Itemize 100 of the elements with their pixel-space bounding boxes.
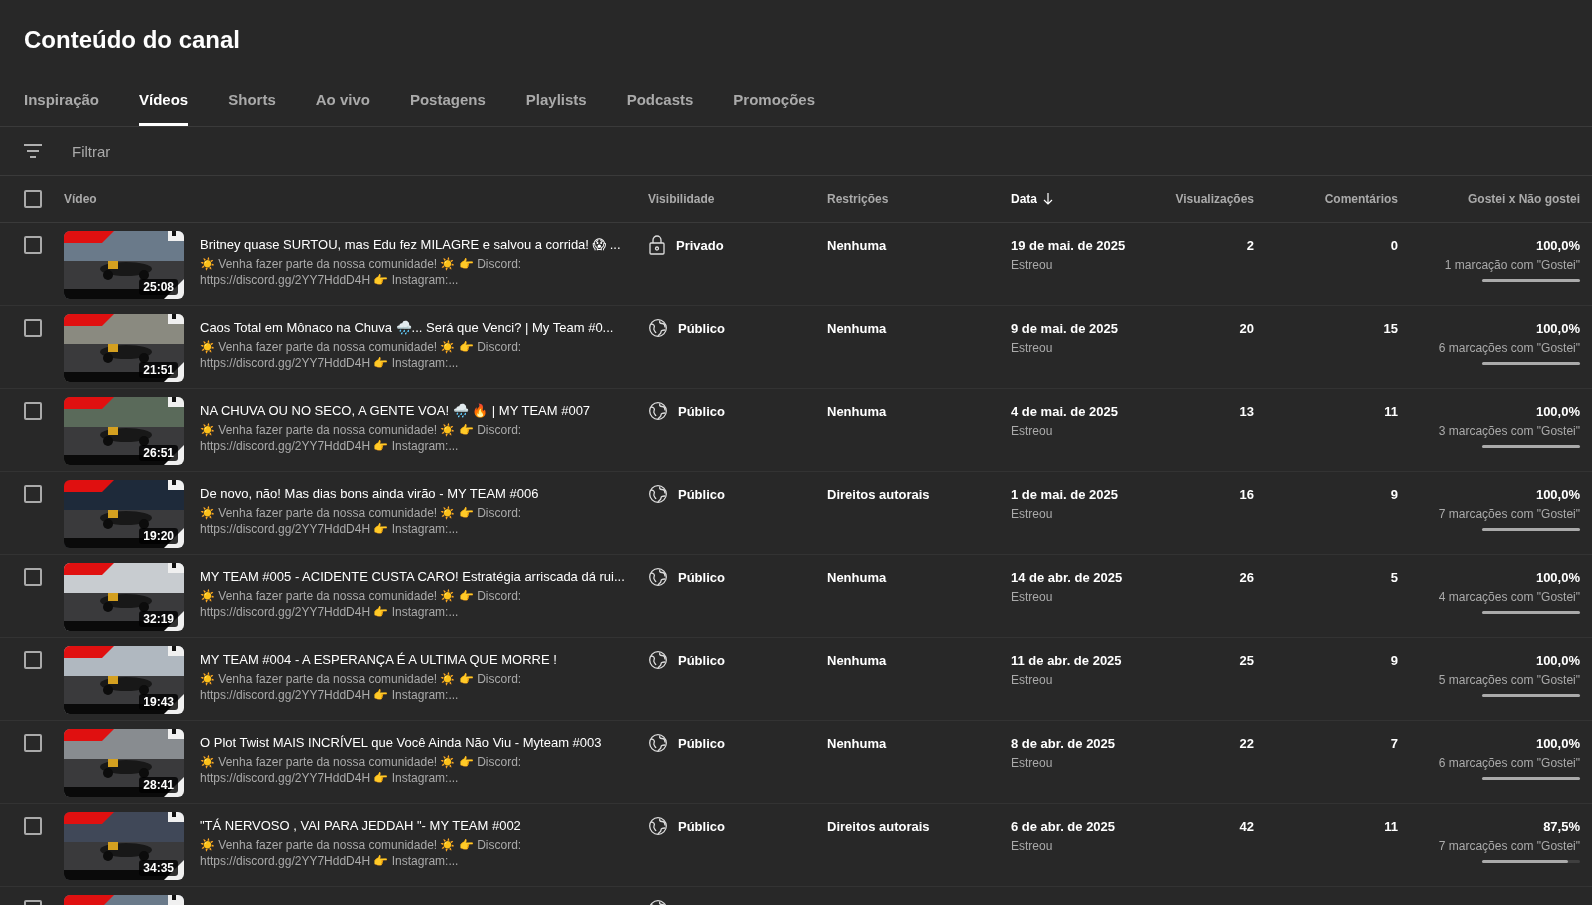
row-checkbox[interactable]	[24, 651, 42, 669]
video-duration: 19:43	[139, 694, 178, 710]
date-note: Estreou	[1011, 507, 1054, 521]
views-count: 20	[1239, 320, 1254, 336]
like-count: 1 marcação com "Gostei"	[1444, 258, 1580, 272]
restrictions-text: Nenhuma	[827, 569, 887, 585]
globe-icon	[648, 401, 668, 421]
column-header[interactable]: Visibilidade	[648, 192, 715, 206]
video-title[interactable]: Britney quase SURTOU, mas Edu fez MILAGRE e salvou a corrida! 😱 ...	[200, 237, 632, 252]
restrictions-text: Nenhuma	[827, 403, 887, 419]
like-percentage: 100,0%	[1535, 570, 1580, 585]
video-description: ☀ Venha fazer parte da nossa comunidade! ☀ 👉 Discord: https://discord.gg/2YY7HddD4H 👉 Instagram:...	[200, 671, 523, 703]
video-title[interactable]: O Plot Twist MAIS INCRÍVEL que Você Ainda Não Viu - Myteam #003	[200, 735, 632, 750]
visibility-label: Público	[678, 818, 725, 834]
tab[interactable]: Postagens	[409, 72, 486, 126]
video-duration: 34:35	[139, 860, 178, 876]
like-count: 6 marcações com "Gostei"	[1438, 756, 1580, 770]
globe-icon	[648, 567, 668, 587]
restrictions-text: Nenhuma	[827, 735, 887, 751]
like-count: 6 marcações com "Gostei"	[1438, 341, 1580, 355]
tab[interactable]: Inspiração	[24, 72, 100, 126]
globe-icon	[648, 650, 668, 670]
comments-count: 11	[1384, 403, 1398, 419]
publish-date: 9 de mai. de 2025	[1011, 321, 1119, 336]
select-all-checkbox[interactable]	[24, 190, 42, 208]
date-note: Estreou	[1011, 590, 1054, 604]
publish-date: 4 de mai. de 2025	[1011, 404, 1119, 419]
tab[interactable]: Playlists	[525, 72, 587, 126]
globe-icon	[648, 484, 668, 504]
video-title[interactable]: De novo, não! Mas dias bons ainda virão - MY TEAM #006	[200, 486, 632, 501]
filter-field[interactable]: Filtrar	[72, 138, 372, 164]
filter-icon[interactable]	[24, 144, 42, 158]
video-description: ☀ Venha fazer parte da nossa comunidade! ☀ 👉 Discord: https://discord.gg/2YY7HddD4H 👉 Instagram:...	[200, 422, 523, 454]
visibility-label: Público	[678, 320, 725, 336]
comments-count: 7	[1390, 735, 1398, 751]
column-header[interactable]: Visualizações	[1175, 192, 1254, 206]
column-header[interactable]: Restrições	[827, 192, 889, 206]
video-description: ☀ Venha fazer parte da nossa comunidade! ☀ 👉 Discord: https://discord.gg/2YY7HddD4H 👉 Instagram:...	[200, 837, 523, 869]
visibility-label: Privado	[676, 237, 724, 253]
visibility-label: Público	[678, 486, 725, 502]
video-title[interactable]: MY TEAM #005 - ACIDENTE CUSTA CARO! Estratégia arriscada dá rui...	[200, 569, 632, 584]
views-count: 25	[1239, 652, 1254, 668]
views-count: 42	[1239, 818, 1254, 834]
tab[interactable]: Shorts	[228, 72, 276, 126]
video-description: ☀ Venha fazer parte da nossa comunidade! ☀ 👉 Discord: https://discord.gg/2YY7HddD4H 👉 Instagram:...	[200, 339, 523, 371]
date-note: Estreou	[1011, 756, 1054, 770]
row-checkbox[interactable]	[24, 319, 42, 337]
tab[interactable]: Vídeos	[139, 72, 189, 126]
restrictions-text: Direitos autorais	[827, 486, 930, 502]
tab[interactable]: Promoções	[733, 72, 816, 126]
row-checkbox[interactable]	[24, 402, 42, 420]
like-percentage: 100,0%	[1535, 404, 1580, 419]
video-description: ☀ Venha fazer parte da nossa comunidade! ☀ 👉 Discord: https://discord.gg/2YY7HddD4H 👉 Instagram:...	[200, 505, 523, 537]
video-duration: 26:51	[139, 445, 178, 461]
video-title[interactable]: NA CHUVA OU NO SECO, A GENTE VOA! 🌧 🔥 | MY TEAM #007	[200, 403, 632, 418]
row-checkbox[interactable]	[24, 568, 42, 586]
tab[interactable]: Podcasts	[626, 72, 694, 126]
row-checkbox[interactable]	[24, 734, 42, 752]
publish-date: 1 de mai. de 2025	[1011, 487, 1119, 502]
restrictions-text: Nenhuma	[827, 652, 887, 668]
like-percentage: 100,0%	[1535, 653, 1580, 668]
comments-count: 9	[1390, 652, 1398, 668]
globe-icon	[648, 816, 668, 836]
like-count: 5 marcações com "Gostei"	[1438, 673, 1580, 687]
publish-date: 8 de abr. de 2025	[1011, 736, 1117, 751]
comments-count: 11	[1384, 818, 1398, 834]
video-duration: 25:08	[139, 279, 178, 295]
column-header[interactable]: Comentários	[1324, 192, 1398, 206]
like-percentage: 87,5%	[1543, 819, 1580, 834]
like-percentage: 100,0%	[1535, 736, 1580, 751]
comments-count: 5	[1390, 569, 1398, 585]
video-description: ☀ Venha fazer parte da nossa comunidade! ☀ 👉 Discord: https://discord.gg/2YY7HddD4H 👉 Instagram:...	[200, 588, 523, 620]
date-note: Estreou	[1011, 341, 1054, 355]
like-percentage: 100,0%	[1535, 487, 1580, 502]
column-header[interactable]: Data	[1011, 192, 1053, 206]
comments-count: 15	[1383, 320, 1398, 336]
like-count: 4 marcações com "Gostei"	[1438, 590, 1580, 604]
like-count: 3 marcações com "Gostei"	[1438, 424, 1580, 438]
video-title[interactable]: "TÁ NERVOSO , VAI PARA JEDDAH "- MY TEAM #002	[200, 818, 632, 833]
video-description: ☀ Venha fazer parte da nossa comunidade! ☀ 👉 Discord: https://discord.gg/2YY7HddD4H 👉 Instagram:...	[200, 256, 523, 288]
column-header[interactable]: Vídeo	[64, 192, 97, 206]
row-checkbox[interactable]	[24, 485, 42, 503]
video-title[interactable]: Caos Total em Mônaco na Chuva 🌧... Será que Venci? | My Team #0...	[200, 320, 632, 335]
row-checkbox[interactable]	[24, 817, 42, 835]
video-description: ☀ Venha fazer parte da nossa comunidade! ☀ 👉 Discord: https://discord.gg/2YY7HddD4H 👉 Instagram:...	[200, 754, 523, 786]
views-count: 13	[1239, 403, 1254, 419]
like-percentage: 100,0%	[1535, 238, 1580, 253]
video-duration: 32:19	[139, 611, 178, 627]
date-note: Estreou	[1011, 673, 1054, 687]
video-duration: 19:20	[139, 528, 178, 544]
like-percentage: 100,0%	[1535, 321, 1580, 336]
tab[interactable]: Ao vivo	[315, 72, 370, 126]
globe-icon	[648, 318, 668, 338]
column-header[interactable]: Gostei x Não gostei	[1467, 192, 1580, 206]
row-checkbox[interactable]	[24, 236, 42, 254]
comments-count: 0	[1390, 237, 1398, 253]
video-title[interactable]: MY TEAM #004 - A ESPERANÇA É A ULTIMA QUE MORRE !	[200, 652, 632, 667]
publish-date: 6 de abr. de 2025	[1011, 819, 1117, 834]
visibility-label: Público	[678, 652, 725, 668]
restrictions-text: Direitos autorais	[827, 818, 930, 834]
